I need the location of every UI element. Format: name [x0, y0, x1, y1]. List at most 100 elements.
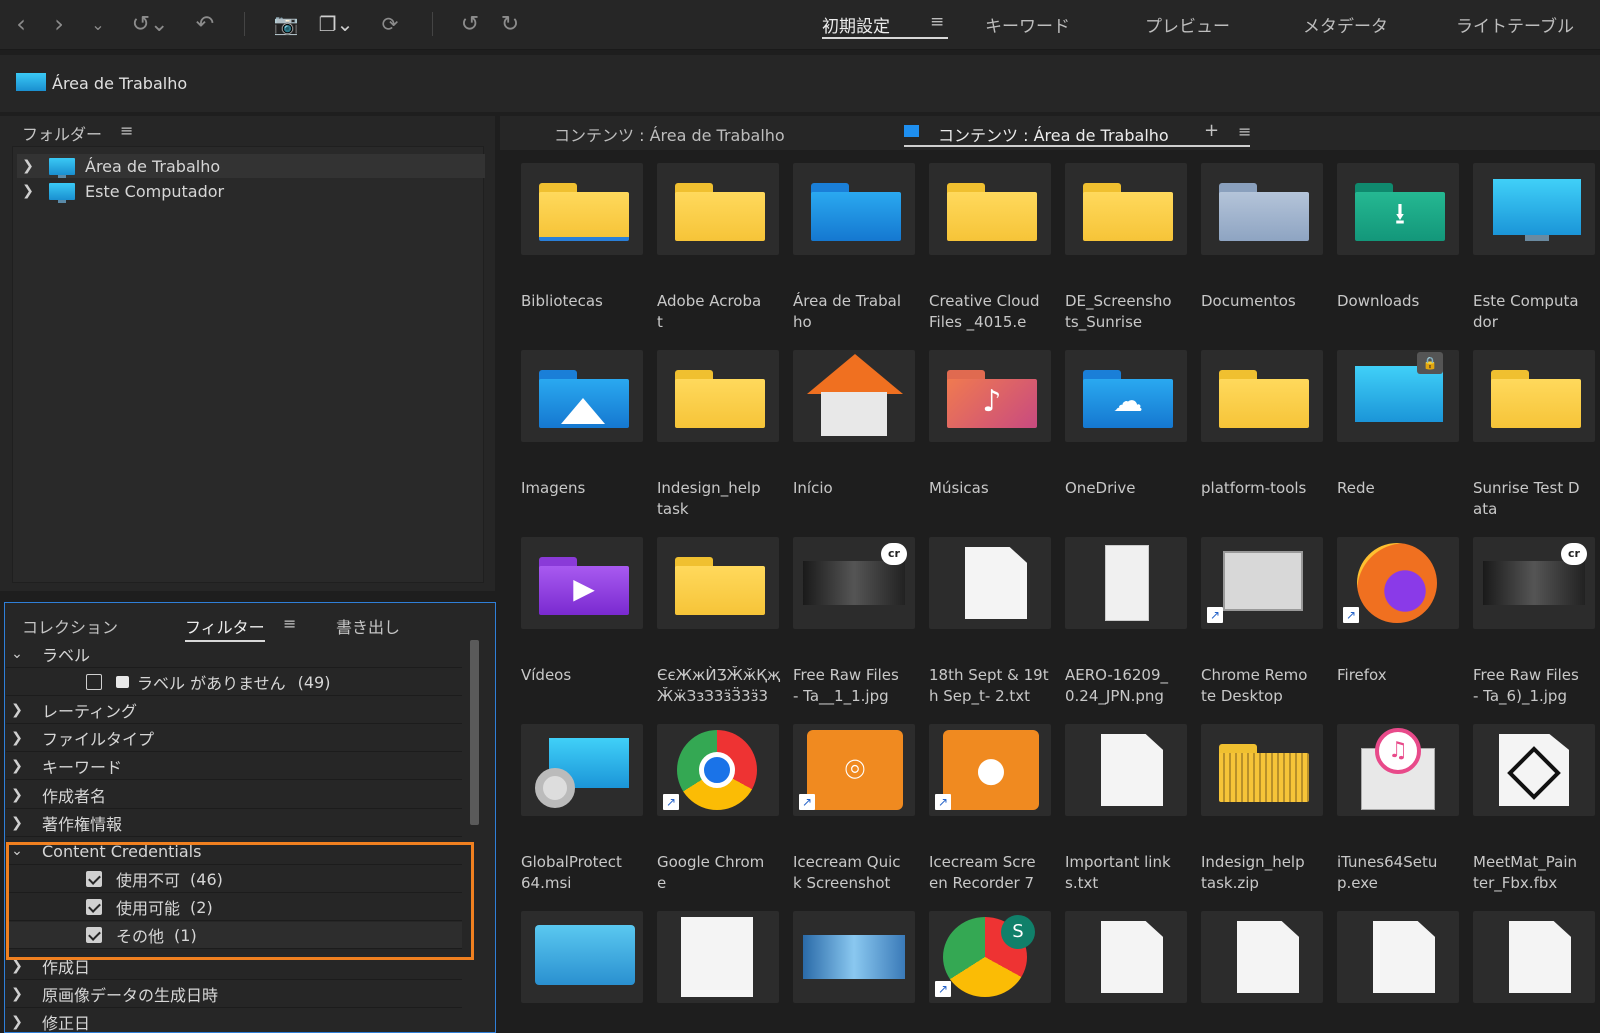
rotate-left-icon[interactable]: ↺: [456, 6, 484, 42]
panel-menu-icon[interactable]: ≡: [120, 121, 133, 140]
thumb-free-raw-files-1[interactable]: cr: [793, 537, 915, 629]
tab-filter[interactable]: フィルター: [185, 614, 265, 642]
thumb-18th-sept[interactable]: [929, 537, 1051, 629]
filter-group-date-modified[interactable]: ❯ 修正日: [6, 1009, 462, 1033]
thumb-document-page[interactable]: [657, 911, 779, 1003]
chevron-right-icon[interactable]: ❯: [6, 730, 28, 746]
thumb-chrome-remote-desktop[interactable]: ↗: [1201, 537, 1323, 629]
thumb-indesign-help-zip[interactable]: [1201, 724, 1323, 816]
thumb-adobe-acrobat[interactable]: [657, 163, 779, 255]
filter-group-content-credentials[interactable]: ⌄ Content Credentials: [6, 838, 462, 865]
chevron-right-icon[interactable]: ❯: [6, 702, 28, 718]
recent-history-icon[interactable]: ↺⌄: [124, 6, 176, 42]
rotate-right-icon[interactable]: ↻: [496, 6, 524, 42]
workspace-keywords[interactable]: キーワード: [985, 12, 1070, 37]
thumb-este-computador[interactable]: [1473, 163, 1595, 255]
forward-icon[interactable]: ›: [48, 6, 70, 42]
checkbox-checked[interactable]: [86, 871, 102, 887]
thumb-bibliotecas[interactable]: [521, 163, 643, 255]
workspace-metadata[interactable]: メタデータ: [1303, 12, 1388, 37]
chevron-down-icon[interactable]: ⌄: [6, 843, 28, 859]
back-icon[interactable]: ‹: [10, 6, 32, 42]
thumb-chrome-profile[interactable]: S ↗: [929, 911, 1051, 1003]
filter-group-file-type[interactable]: ❯ ファイルタイプ: [6, 725, 462, 752]
chevron-right-icon[interactable]: ❯: [6, 758, 28, 774]
filter-group-date-created[interactable]: ❯ 作成日: [6, 953, 462, 980]
content-tab-inactive[interactable]: コンテンツ : Área de Trabalho: [554, 122, 785, 146]
chevron-right-icon[interactable]: ❯: [6, 1014, 28, 1030]
tab-export[interactable]: 書き出し: [336, 614, 400, 638]
thumb-sunrise-test-data[interactable]: [1473, 350, 1595, 442]
chevron-right-icon[interactable]: ❯: [17, 183, 39, 199]
path-crumb[interactable]: Área de Trabalho: [52, 74, 187, 93]
thumb-creative-cloud-files[interactable]: [929, 163, 1051, 255]
thumb-file-4[interactable]: [1473, 911, 1595, 1003]
filter-group-keywords[interactable]: ❯ キーワード: [6, 753, 462, 780]
thumb-file-2[interactable]: [1201, 911, 1323, 1003]
workspace-light-table[interactable]: ライトテーブル: [1456, 12, 1574, 37]
thumb-important-links[interactable]: [1065, 724, 1187, 816]
thumb-de-screenshots[interactable]: [1065, 163, 1187, 255]
chevron-down-icon[interactable]: ⌄: [6, 646, 28, 662]
chevron-right-icon[interactable]: ❯: [6, 986, 28, 1002]
filter-scrollbar[interactable]: [470, 640, 479, 825]
filter-group-rating[interactable]: ❯ レーティング: [6, 697, 462, 724]
tree-item-desktop[interactable]: ❯ Área de Trabalho: [17, 154, 485, 178]
thumb-globalprotect[interactable]: [521, 724, 643, 816]
thumb-onedrive[interactable]: ☁: [1065, 350, 1187, 442]
refine-icon[interactable]: ⟳: [376, 6, 404, 42]
thumb-google-chrome[interactable]: ↗: [657, 724, 779, 816]
checkbox-checked[interactable]: [86, 927, 102, 943]
tab-collections[interactable]: コレクション: [22, 614, 118, 638]
thumb-downloads[interactable]: ⭳: [1337, 163, 1459, 255]
filter-item-available[interactable]: 使用可能 (2): [6, 894, 462, 921]
chevron-right-icon[interactable]: ❯: [17, 158, 39, 174]
thumb-cyrillic-folder[interactable]: [657, 537, 779, 629]
thumb-file-1[interactable]: [1065, 911, 1187, 1003]
chevron-right-icon[interactable]: ❯: [6, 787, 28, 803]
filter-group-copyright[interactable]: ❯ 著作権情報: [6, 810, 462, 837]
camera-import-icon[interactable]: 📷: [270, 6, 302, 42]
thumb-inicio[interactable]: [793, 350, 915, 442]
thumb-platform-tools[interactable]: [1201, 350, 1323, 442]
return-icon[interactable]: ↶: [192, 6, 218, 42]
panel-menu-icon[interactable]: ≡: [1238, 122, 1251, 141]
chevron-right-icon[interactable]: ❯: [6, 815, 28, 831]
panel-menu-icon[interactable]: ≡: [283, 614, 296, 633]
thumb-indesign-help-task[interactable]: [657, 350, 779, 442]
thumb-firefox[interactable]: ↗: [1337, 537, 1459, 629]
thumb-documentos[interactable]: [1201, 163, 1323, 255]
filter-item-other[interactable]: その他 (1): [6, 922, 462, 949]
thumb-aero-png[interactable]: [1065, 537, 1187, 629]
thumb-free-raw-files-2[interactable]: cr: [1473, 537, 1595, 629]
filter-group-creator[interactable]: ❯ 作成者名: [6, 782, 462, 809]
content-tab-active[interactable]: コンテンツ : Área de Trabalho: [938, 122, 1169, 146]
thumb-presentation[interactable]: [521, 911, 643, 1003]
checkbox-checked[interactable]: [86, 899, 102, 915]
thumb-file-3[interactable]: [1337, 911, 1459, 1003]
workspace-default[interactable]: 初期設定: [822, 12, 890, 37]
thumb-itunes-setup[interactable]: ♫: [1337, 724, 1459, 816]
thumb-icecream-screenshot[interactable]: ⌾ ↗: [793, 724, 915, 816]
thumb-meetmat-fbx[interactable]: [1473, 724, 1595, 816]
filter-item-no-label[interactable]: ラベル がありません (49): [6, 669, 462, 696]
thumb-icecream-recorder[interactable]: ● ↗: [929, 724, 1051, 816]
filter-group-original-date[interactable]: ❯ 原画像データの生成日時: [6, 981, 462, 1008]
workspace-menu-icon[interactable]: ≡: [930, 12, 944, 32]
copy-menu-icon[interactable]: ❐⌄: [312, 6, 360, 42]
filter-group-label[interactable]: ⌄ ラベル: [6, 641, 462, 668]
checkbox[interactable]: [86, 674, 102, 690]
folders-tab[interactable]: フォルダー: [22, 121, 102, 145]
filter-item-unavailable[interactable]: 使用不可 (46): [6, 866, 462, 893]
chevron-right-icon[interactable]: ❯: [6, 958, 28, 974]
workspace-preview[interactable]: プレビュー: [1145, 12, 1230, 37]
tree-item-computer[interactable]: ❯ Este Computador: [17, 179, 485, 203]
thumb-videos[interactable]: ▶: [521, 537, 643, 629]
thumb-blue-image[interactable]: [793, 911, 915, 1003]
thumb-musicas[interactable]: ♪: [929, 350, 1051, 442]
thumb-imagens[interactable]: [521, 350, 643, 442]
thumb-area-de-trabalho[interactable]: [793, 163, 915, 255]
thumb-rede[interactable]: 🔒: [1337, 350, 1459, 442]
chevron-down-icon[interactable]: ⌄: [88, 6, 108, 42]
add-tab-icon[interactable]: +: [1204, 120, 1219, 141]
